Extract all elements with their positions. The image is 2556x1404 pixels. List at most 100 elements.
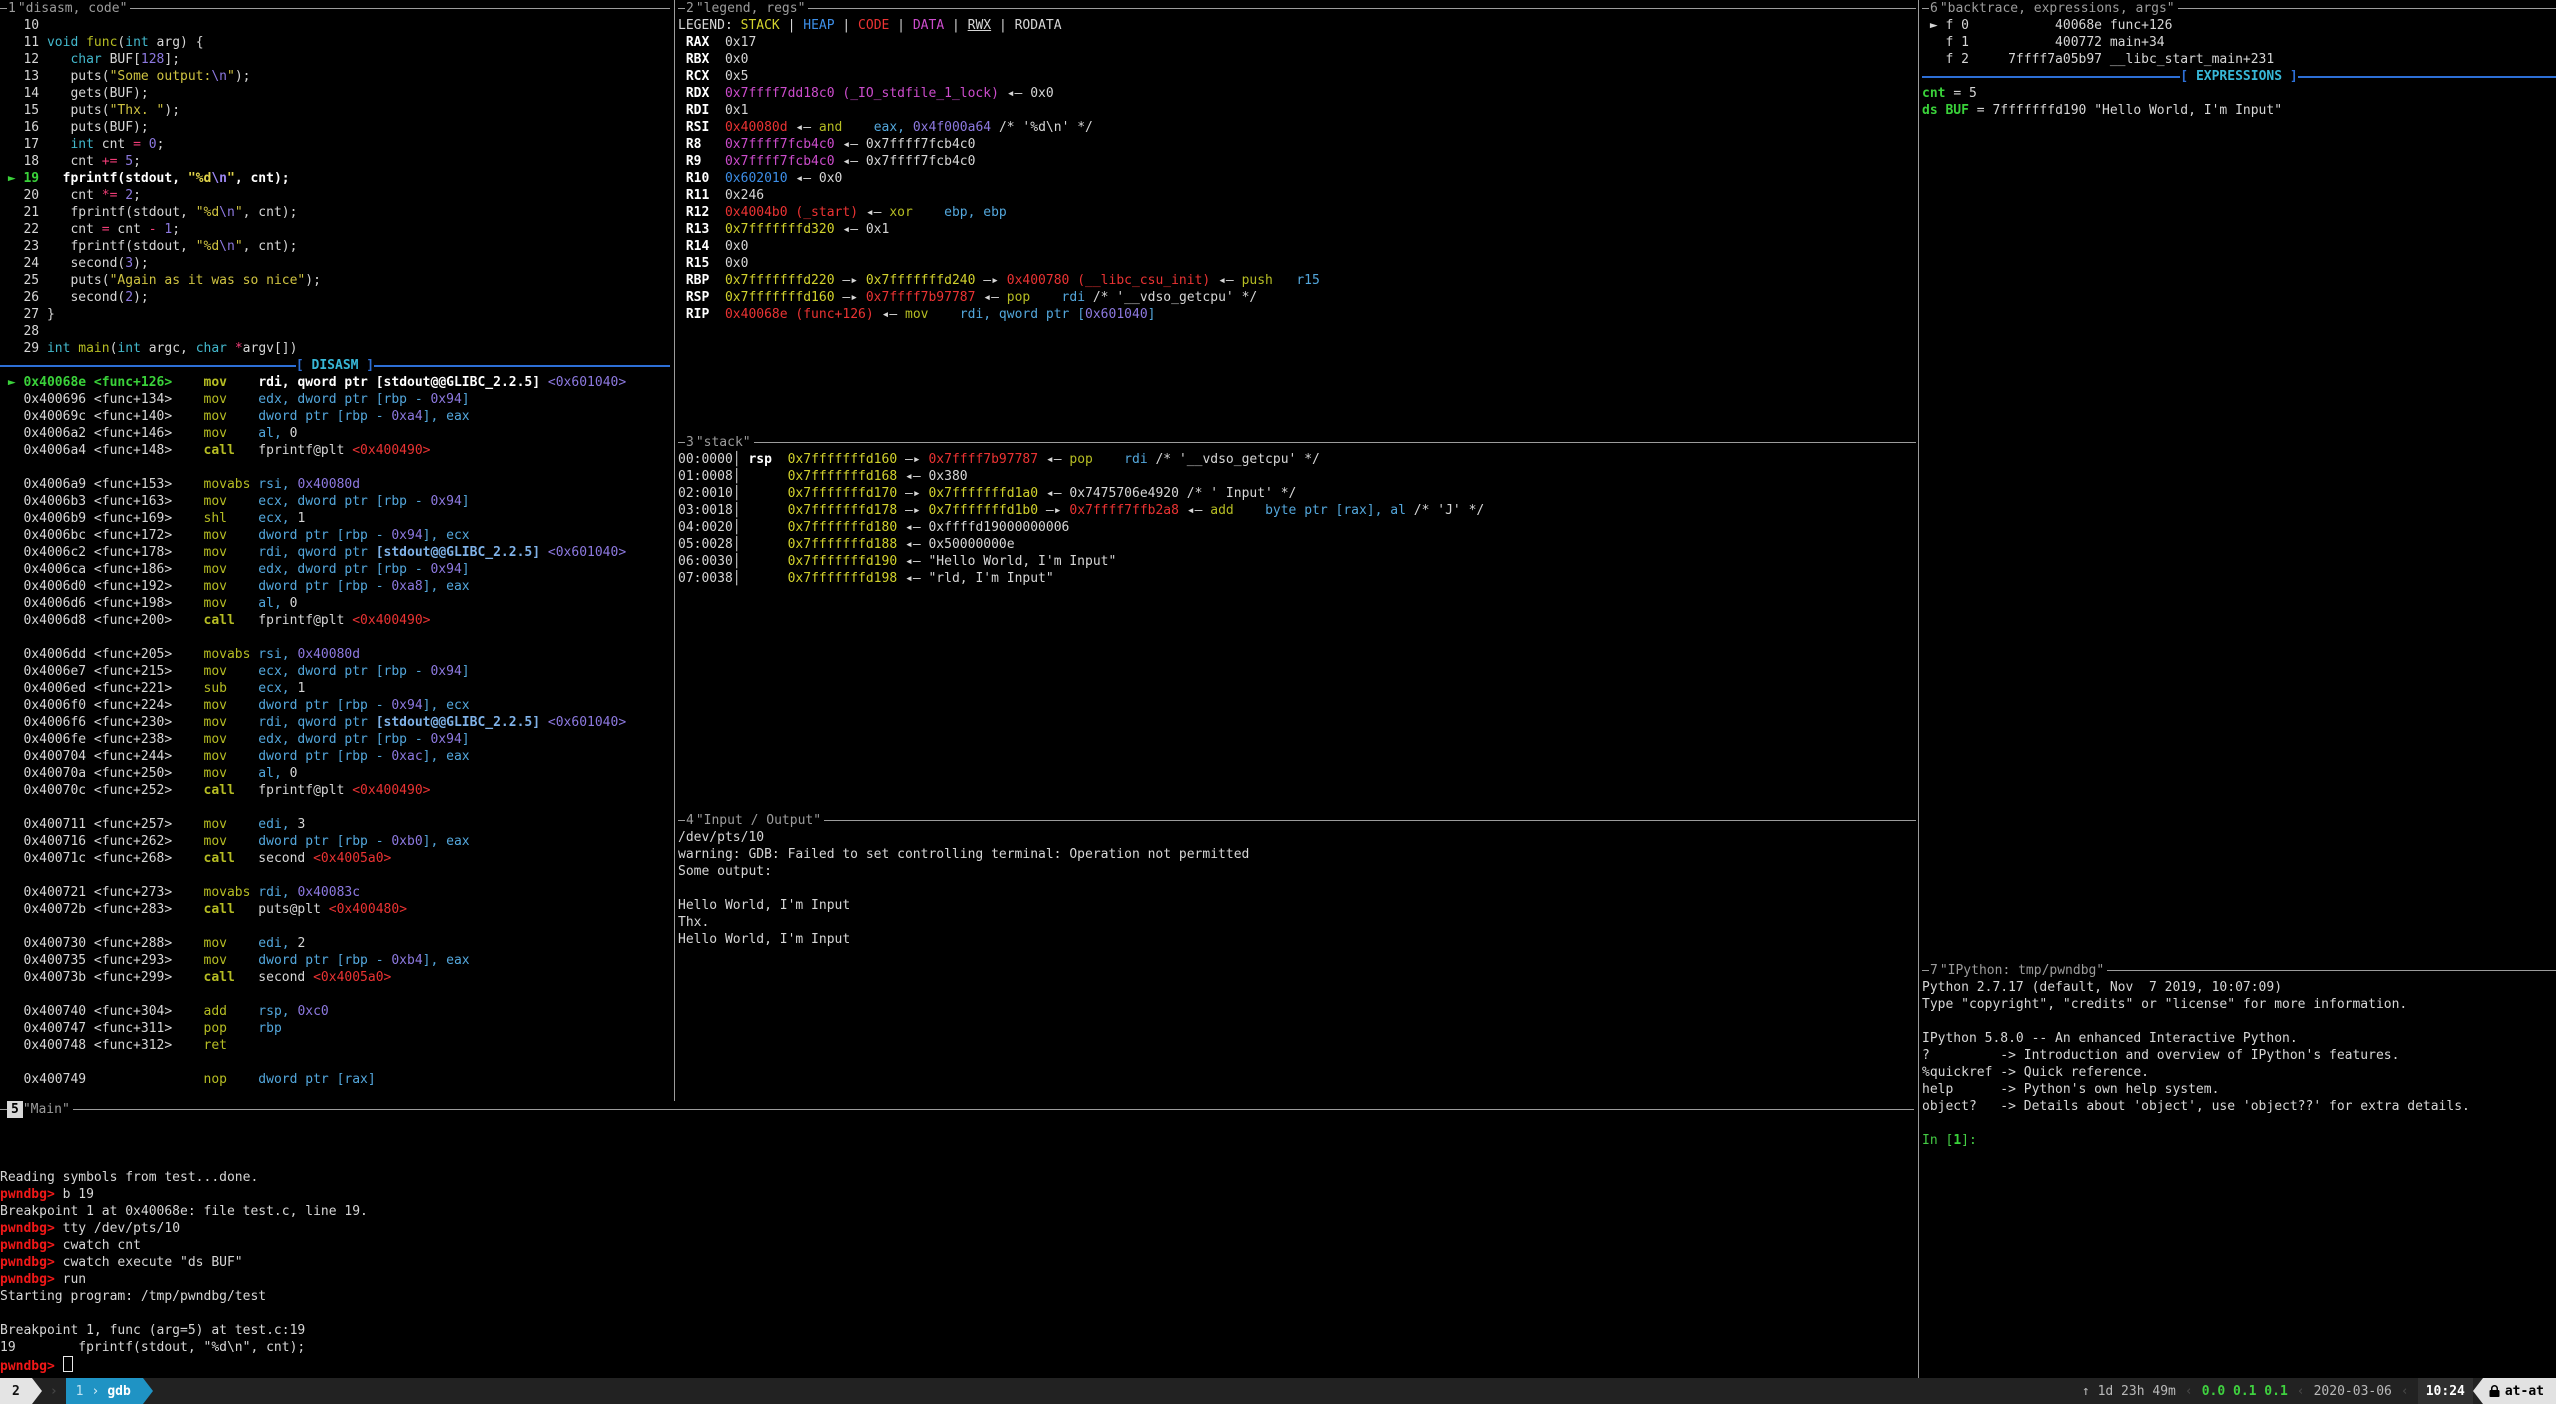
terminal-line: 13 puts("Some output:\n"); (0, 68, 670, 85)
separator-line (374, 365, 670, 367)
terminal-line: 00:0000│ rsp 0x7fffffffd160 —▸ 0x7ffff7b… (678, 451, 1916, 468)
terminal-line (0, 918, 670, 935)
border-line (824, 820, 1916, 821)
separator-label: EXPRESSIONS (2196, 68, 2282, 85)
terminal-line: 12 char BUF[128]; (0, 51, 670, 68)
border-line (2107, 970, 2556, 971)
terminal-line: 24 second(3); (0, 255, 670, 272)
terminal-line: R9 0x7ffff7fcb4c0 ◂— 0x7ffff7fcb4c0 (678, 153, 1916, 170)
terminal-line: 0x4006f0 <func+224> mov dword ptr [rbp -… (0, 697, 670, 714)
terminal-line: 03:0018│ 0x7fffffffd178 —▸ 0x7fffffffd1b… (678, 502, 1916, 519)
terminal-line: RBP 0x7fffffffd220 —▸ 0x7fffffffd240 —▸ … (678, 272, 1916, 289)
terminal-line: R14 0x0 (678, 238, 1916, 255)
gdb-console[interactable]: Reading symbols from test...done.pwndbg>… (0, 1118, 1914, 1375)
terminal-line: RDX 0x7ffff7dd18c0 (_IO_stdfile_1_lock) … (678, 85, 1916, 102)
border-dash (0, 8, 7, 9)
terminal-line: 14 gets(BUF); (0, 85, 670, 102)
terminal-line: Python 2.7.17 (default, Nov 7 2019, 10:0… (1922, 979, 2556, 996)
terminal-line: 22 cnt = cnt - 1; (0, 221, 670, 238)
ipython-console[interactable]: Python 2.7.17 (default, Nov 7 2019, 10:0… (1922, 979, 2556, 1149)
pane-title-ipython: 7"IPython: tmp/pwndbg" (1922, 962, 2556, 979)
status-bar: 2 › 1›gdb ↑ 1d 23h 49m ‹ 0.0 0.1 0.1 ‹ 2… (0, 1378, 2556, 1404)
terminal-line: 0x400696 <func+134> mov edx, dword ptr [… (0, 391, 670, 408)
pane-legend-regs[interactable]: 2"legend, regs" LEGEND: STACK | HEAP | C… (678, 0, 1916, 434)
terminal-line: Type "copyright", "credits" or "license"… (1922, 996, 2556, 1013)
terminal-line: 25 puts("Again as it was so nice"); (0, 272, 670, 289)
disassembly-listing: ► 0x40068e <func+126> mov rdi, qword ptr… (0, 374, 670, 1088)
terminal-line: 0x4006bc <func+172> mov dword ptr [rbp -… (0, 527, 670, 544)
terminal-line: 0x40070a <func+250> mov al, 0 (0, 765, 670, 782)
terminal-line: 04:0020│ 0x7fffffffd180 ◂— 0xffffd190000… (678, 519, 1916, 536)
terminal-line: 0x4006fe <func+238> mov edx, dword ptr [… (0, 731, 670, 748)
terminal-line: R12 0x4004b0 (_start) ◂— xor ebp, ebp (678, 204, 1916, 221)
pane-title-backtrace: 6"backtrace, expressions, args" (1922, 0, 2556, 17)
terminal-line: 06:0030│ 0x7fffffffd190 ◂— "Hello World,… (678, 553, 1916, 570)
terminal-line: 0x40069c <func+140> mov dword ptr [rbp -… (0, 408, 670, 425)
terminal-line: Breakpoint 1 at 0x40068e: file test.c, l… (0, 1203, 1914, 1220)
terminal-line: 0x400747 <func+311> pop rbp (0, 1020, 670, 1037)
terminal-line: 0x400721 <func+273> movabs rdi, 0x40083c (0, 884, 670, 901)
pane-title-text: "backtrace, expressions, args" (1940, 0, 2178, 17)
terminal-line: 0x400704 <func+244> mov dword ptr [rbp -… (0, 748, 670, 765)
pane-ipython[interactable]: 7"IPython: tmp/pwndbg" Python 2.7.17 (de… (1922, 962, 2556, 1378)
terminal-line: 0x400735 <func+293> mov dword ptr [rbp -… (0, 952, 670, 969)
terminal-line: 0x4006a4 <func+148> call fprintf@plt <0x… (0, 442, 670, 459)
border-dash (678, 8, 685, 9)
terminal-line: 0x40070c <func+252> call fprintf@plt <0x… (0, 782, 670, 799)
terminal-line: f 1 400772 main+34 (1922, 34, 2556, 51)
pane-border-vertical-left[interactable] (674, 0, 675, 1101)
terminal-line: 10 (0, 17, 670, 34)
terminal-line (0, 629, 670, 646)
border-dash (1922, 970, 1929, 971)
terminal-line: 0x400749 nop dword ptr [rax] (0, 1071, 670, 1088)
terminal-line: 0x4006a2 <func+146> mov al, 0 (0, 425, 670, 442)
pane-main-gdb[interactable]: 5"Main" Reading symbols from test...done… (0, 1101, 1914, 1378)
terminal-line: 23 fprintf(stdout, "%d\n", cnt); (0, 238, 670, 255)
terminal-line: RSP 0x7fffffffd160 —▸ 0x7ffff7b97787 ◂— … (678, 289, 1916, 306)
terminal-line: 0x4006f6 <func+230> mov rdi, qword ptr [… (0, 714, 670, 731)
program-io-output: /dev/pts/10warning: GDB: Failed to set c… (678, 829, 1916, 948)
terminal-line: pwndbg> (0, 1356, 1914, 1375)
terminal-line: 07:0038│ 0x7fffffffd198 ◂— "rld, I'm Inp… (678, 570, 1916, 587)
pane-number: 2 (685, 0, 696, 17)
status-right: ↑ 1d 23h 49m ‹ 0.0 0.1 0.1 ‹ 2020-03-06 … (2082, 1378, 2556, 1404)
terminal-line: 0x40073b <func+299> call second <0x4005a… (0, 969, 670, 986)
terminal-line: ds BUF = 7fffffffd190 "Hello World, I'm … (1922, 102, 2556, 119)
terminal-line: Starting program: /tmp/pwndbg/test (0, 1288, 1914, 1305)
terminal-line: 0x4006b3 <func+163> mov ecx, dword ptr [… (0, 493, 670, 510)
terminal-line: ► 0x40068e <func+126> mov rdi, qword ptr… (0, 374, 670, 391)
terminal-line: 0x4006d8 <func+200> call fprintf@plt <0x… (0, 612, 670, 629)
terminal-line: f 2 7ffff7a05b97 __libc_start_main+231 (1922, 51, 2556, 68)
pane-number: 6 (1929, 0, 1940, 17)
terminal-line: R8 0x7ffff7fcb4c0 ◂— 0x7ffff7fcb4c0 (678, 136, 1916, 153)
pane-title-text: "Input / Output" (696, 812, 824, 829)
terminal-line (0, 986, 670, 1003)
terminal-line (0, 1118, 1914, 1135)
pane-border-vertical-right[interactable] (1918, 0, 1919, 1378)
terminal-line: 20 cnt *= 2; (0, 187, 670, 204)
window-tab-gdb[interactable]: 1›gdb (66, 1378, 143, 1404)
border-dash (678, 442, 685, 443)
terminal-line: 0x4006dd <func+205> movabs rsi, 0x40080d (0, 646, 670, 663)
terminal-line (0, 799, 670, 816)
uptime-arrow-icon: ↑ (2082, 1383, 2090, 1400)
terminal-line (0, 1305, 1914, 1322)
pane-input-output[interactable]: 4"Input / Output" /dev/pts/10warning: GD… (678, 812, 1916, 1101)
terminal-line: pwndbg> b 19 (0, 1186, 1914, 1203)
separator-line (2298, 76, 2556, 78)
terminal-line: RDI 0x1 (678, 102, 1916, 119)
terminal-line: 26 second(2); (0, 289, 670, 306)
session-badge[interactable]: 2 (0, 1378, 32, 1404)
separator-line (0, 365, 296, 367)
terminal-line: 0x40071c <func+268> call second <0x4005a… (0, 850, 670, 867)
pane-title-text: "Main" (23, 1101, 73, 1118)
pane-number: 4 (685, 812, 696, 829)
terminal-line: RBX 0x0 (678, 51, 1916, 68)
chevron-left-icon: ‹ (2401, 1383, 2409, 1400)
pane-disasm-code[interactable]: 1"disasm, code" 10 11 void func(int arg)… (0, 0, 670, 1101)
terminal-line: /dev/pts/10 (678, 829, 1916, 846)
terminal-line (0, 459, 670, 476)
pane-backtrace[interactable]: 6"backtrace, expressions, args" ► f 0 40… (1922, 0, 2556, 962)
pane-stack[interactable]: 3"stack" 00:0000│ rsp 0x7fffffffd160 —▸ … (678, 434, 1916, 812)
hostname: at-at (2505, 1383, 2544, 1400)
